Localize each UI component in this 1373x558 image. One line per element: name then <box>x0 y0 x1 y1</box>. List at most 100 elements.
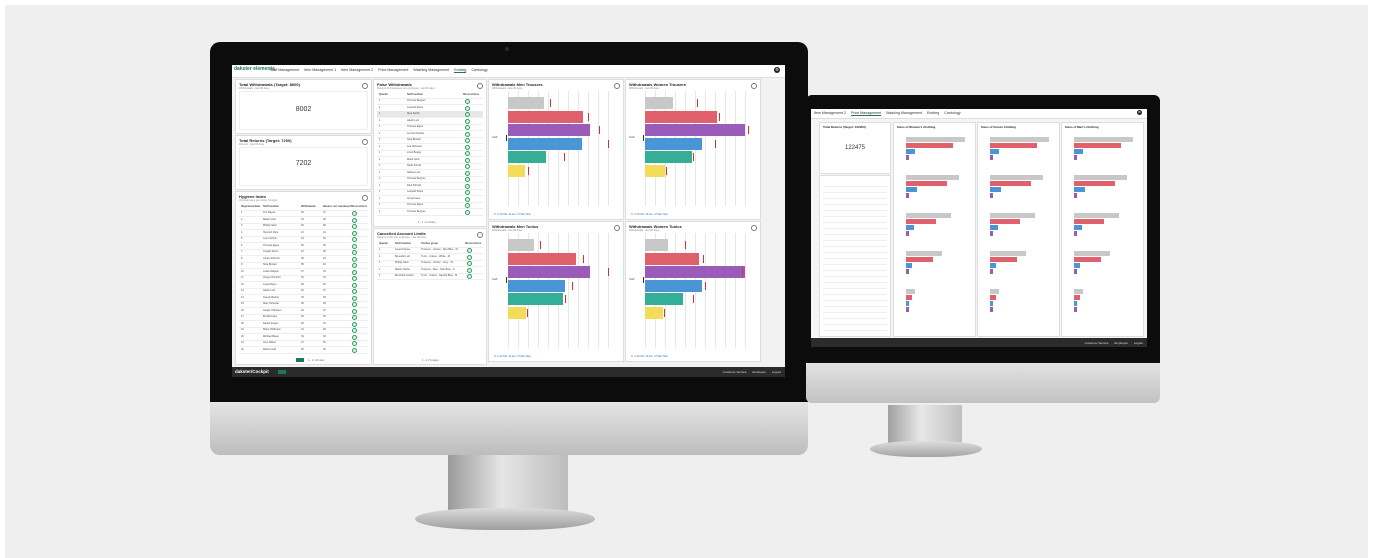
page-button[interactable] <box>296 358 304 362</box>
show-action-icon[interactable] <box>352 237 357 243</box>
chart-bar[interactable] <box>990 257 1017 262</box>
show-action-icon[interactable] <box>352 263 357 269</box>
panel-settings-icon[interactable] <box>477 232 483 238</box>
chart-bar[interactable] <box>508 252 576 265</box>
chart-bar[interactable] <box>906 289 915 294</box>
chart-bar[interactable] <box>990 269 993 274</box>
chart-bar[interactable] <box>1074 149 1083 154</box>
column-header[interactable]: Quarter <box>379 93 388 96</box>
chart-bar[interactable] <box>906 231 909 236</box>
chart-bar[interactable] <box>1074 295 1080 300</box>
show-action-icon[interactable] <box>465 125 470 131</box>
nav-item[interactable]: Item Management 1 <box>304 68 336 73</box>
show-action-icon[interactable] <box>465 131 470 137</box>
nav-item[interactable]: Item Management 2 <box>341 68 373 73</box>
chart-bar[interactable] <box>906 175 959 180</box>
show-action-icon[interactable] <box>465 151 470 157</box>
show-action-icon[interactable] <box>465 203 470 209</box>
nav-item[interactable]: Washing Management <box>886 111 922 116</box>
show-action-icon[interactable] <box>467 254 472 260</box>
chart-bar[interactable] <box>906 181 948 186</box>
show-action-icon[interactable] <box>467 274 472 280</box>
show-action-icon[interactable] <box>465 112 470 118</box>
show-action-icon[interactable] <box>352 347 357 353</box>
chart-bar[interactable] <box>508 137 582 150</box>
show-action-icon[interactable] <box>352 230 357 236</box>
column-header[interactable]: Quarter <box>379 242 388 245</box>
chart-bar[interactable] <box>906 149 915 154</box>
column-header[interactable]: Staff member <box>407 93 423 96</box>
chart-bar[interactable] <box>1074 257 1101 262</box>
chart-bar[interactable] <box>906 263 912 268</box>
chart-bar[interactable] <box>1074 251 1110 256</box>
nav-item[interactable]: Washing Management <box>413 68 449 73</box>
chart-bar[interactable] <box>508 151 546 163</box>
show-action-icon[interactable] <box>352 328 357 334</box>
show-action-icon[interactable] <box>352 217 357 223</box>
chart-bar[interactable] <box>906 307 909 312</box>
panel-settings-icon[interactable] <box>751 225 757 231</box>
show-action-icon[interactable] <box>352 224 357 230</box>
show-action-icon[interactable] <box>465 164 470 170</box>
chart-bar[interactable] <box>990 143 1037 148</box>
show-action-icon[interactable] <box>465 209 470 215</box>
chart-bar[interactable] <box>645 124 745 136</box>
column-header[interactable]: Show actions <box>465 242 481 245</box>
show-action-icon[interactable] <box>465 190 470 196</box>
chart-bar[interactable] <box>906 269 909 274</box>
column-header[interactable]: Clothes group <box>421 242 438 245</box>
show-action-icon[interactable] <box>352 211 357 217</box>
chart-bar[interactable] <box>1074 143 1121 148</box>
show-action-icon[interactable] <box>465 157 470 163</box>
app-logo[interactable]: dakster elements <box>234 67 275 72</box>
nav-item[interactable]: Price Management <box>378 68 408 73</box>
chart-bar[interactable] <box>906 187 917 192</box>
employee-link[interactable]: Employee <box>752 370 765 374</box>
logout-link[interactable]: Logout <box>772 370 781 374</box>
chart-bar[interactable] <box>508 110 583 123</box>
chart-bar[interactable] <box>990 295 996 300</box>
chart-bar[interactable] <box>645 110 717 123</box>
logout-link[interactable]: Logout <box>1134 341 1143 345</box>
chart-bar[interactable] <box>1074 137 1133 142</box>
chart-bar[interactable] <box>906 225 914 230</box>
panel-settings-icon[interactable] <box>614 83 620 89</box>
chart-bar[interactable] <box>1074 263 1080 268</box>
chart-bar[interactable] <box>990 155 993 160</box>
employee-link[interactable]: Employee <box>1114 341 1127 345</box>
nav-item[interactable]: Item Management 2 <box>814 111 846 116</box>
chart-bar[interactable] <box>1074 181 1116 186</box>
show-action-icon[interactable] <box>465 196 470 202</box>
list-row[interactable] <box>823 330 887 336</box>
chart-bar[interactable] <box>990 175 1043 180</box>
panel-settings-icon[interactable] <box>614 225 620 231</box>
show-action-icon[interactable] <box>352 276 357 282</box>
nav-item[interactable]: Staff Management <box>270 68 299 73</box>
chart-bar[interactable] <box>906 137 965 142</box>
chart-bar[interactable] <box>1074 301 1077 306</box>
chart-bar[interactable] <box>645 293 683 305</box>
show-action-icon[interactable] <box>352 315 357 321</box>
chart-bar[interactable] <box>508 124 590 136</box>
settings-icon[interactable]: ⚙ <box>1137 110 1142 115</box>
column-header[interactable]: Staff member <box>263 205 279 208</box>
chart-bar[interactable] <box>508 306 526 319</box>
nav-item[interactable]: Cardology <box>471 68 487 73</box>
chart-bar[interactable] <box>508 279 565 292</box>
panel-settings-icon[interactable] <box>477 83 483 89</box>
panel-settings-icon[interactable] <box>362 139 368 145</box>
chart-bar[interactable] <box>508 293 563 305</box>
show-action-icon[interactable] <box>352 250 357 256</box>
nav-item[interactable]: Embleg <box>454 68 467 73</box>
chart-bar[interactable] <box>645 266 745 278</box>
chart-bar[interactable] <box>1074 225 1082 230</box>
chart-bar[interactable] <box>906 143 953 148</box>
chart-bar[interactable] <box>906 193 909 198</box>
chart-bar[interactable] <box>645 279 702 292</box>
chart-bar[interactable] <box>645 137 702 150</box>
chart-bar[interactable] <box>645 151 692 163</box>
chart-bar[interactable] <box>1074 289 1083 294</box>
chart-bar[interactable] <box>645 306 663 319</box>
show-action-icon[interactable] <box>352 243 357 249</box>
chart-bar[interactable] <box>508 266 590 278</box>
